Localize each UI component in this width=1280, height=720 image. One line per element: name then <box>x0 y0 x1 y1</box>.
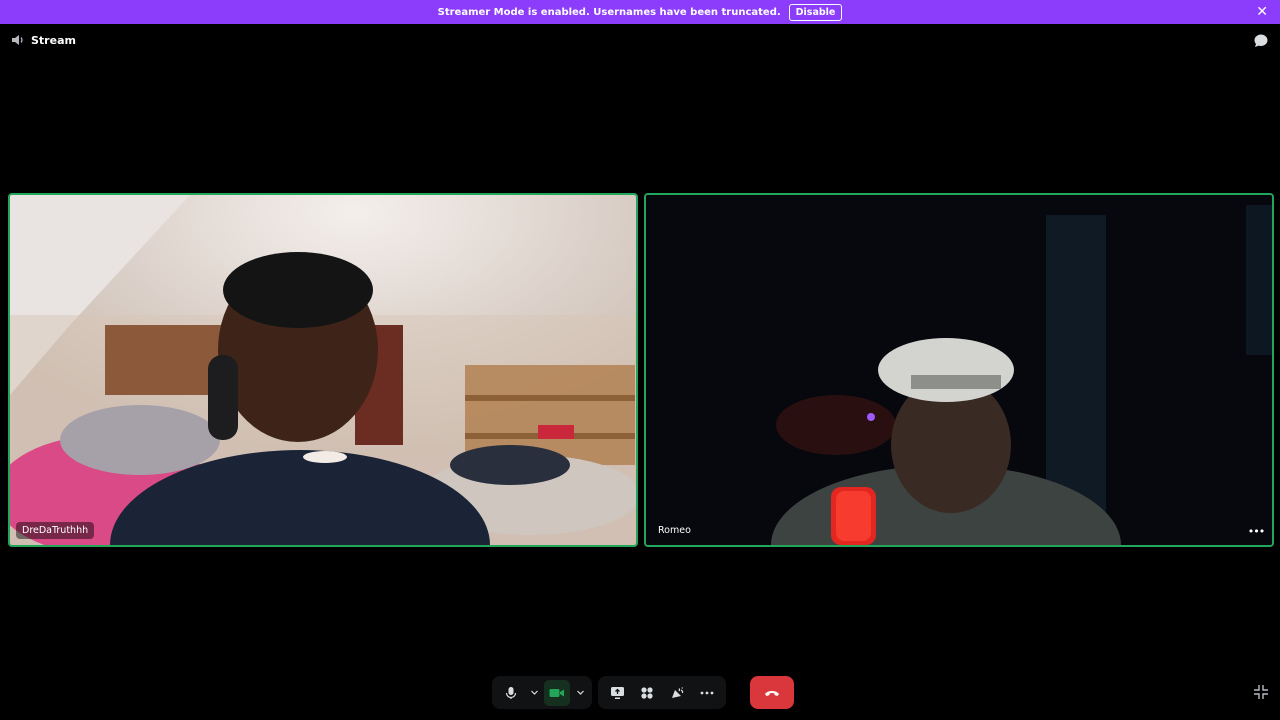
more-dots-icon[interactable]: ••• <box>1246 523 1266 539</box>
soundboard-icon <box>671 686 683 698</box>
hang-up-icon <box>765 690 779 696</box>
actions-group <box>598 676 726 709</box>
audio-video-group <box>492 676 592 709</box>
audio-options-button[interactable] <box>528 680 540 706</box>
participant-name: DreDaTruthhh <box>16 522 95 539</box>
soundboard-button[interactable] <box>664 680 690 706</box>
more-dots-icon <box>700 691 714 694</box>
chevron-down-icon <box>530 690 538 695</box>
video-feed <box>10 195 636 545</box>
video-feed <box>646 195 1272 545</box>
call-controls <box>492 676 794 709</box>
screen-share-icon <box>610 686 624 699</box>
mute-button[interactable] <box>498 680 524 706</box>
disable-streamer-mode-button[interactable]: Disable <box>788 3 843 21</box>
video-options-button[interactable] <box>574 680 586 706</box>
video-camera-icon <box>549 688 564 697</box>
more-options-button[interactable] <box>694 680 720 706</box>
microphone-icon <box>505 686 517 699</box>
close-icon[interactable]: ✕ <box>1256 4 1268 20</box>
chevron-down-icon <box>576 690 584 695</box>
screen-share-button[interactable] <box>604 680 630 706</box>
participant-tile[interactable]: DreDaTruthhh <box>8 193 638 547</box>
streamer-mode-banner: Streamer Mode is enabled. Usernames have… <box>0 0 1280 24</box>
speaker-icon <box>12 35 23 45</box>
disconnect-button[interactable] <box>750 676 794 709</box>
exit-fullscreen-icon[interactable] <box>1253 684 1269 700</box>
participant-tile[interactable]: Romeo ••• <box>644 193 1274 547</box>
participant-name: Romeo <box>658 525 691 536</box>
chat-bubble-icon[interactable] <box>1253 33 1269 49</box>
activities-button[interactable] <box>634 680 660 706</box>
channel-title: Stream <box>31 33 76 47</box>
channel-header: Stream <box>11 33 76 47</box>
camera-button[interactable] <box>544 679 570 706</box>
banner-message: Streamer Mode is enabled. Usernames have… <box>437 6 781 18</box>
activities-icon <box>641 686 653 699</box>
